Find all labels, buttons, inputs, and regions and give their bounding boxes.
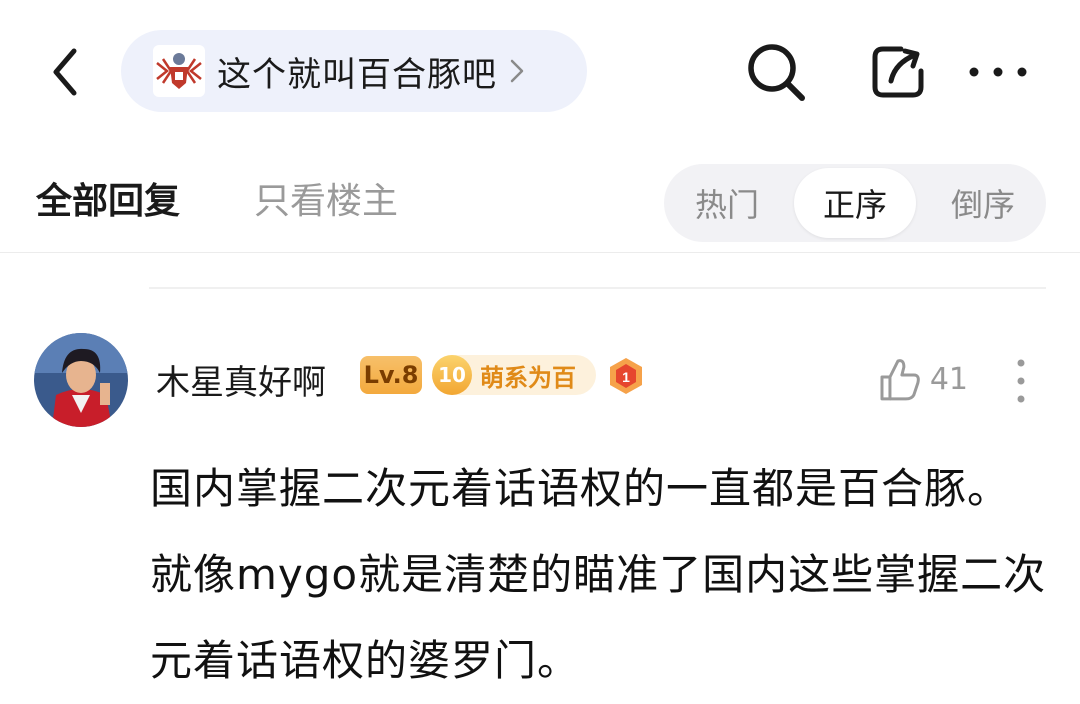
username[interactable]: 木星真好啊 xyxy=(156,355,326,404)
more-button[interactable] xyxy=(962,38,1034,106)
sort-descending[interactable]: 倒序 xyxy=(920,164,1046,242)
tab-all-replies[interactable]: 全部回复 xyxy=(36,172,180,224)
fan-title: 萌系为百 xyxy=(480,363,576,392)
search-icon xyxy=(748,44,805,101)
sort-toggle: 热门 正序 倒序 xyxy=(664,164,1046,242)
post-more-button[interactable] xyxy=(1006,356,1036,406)
post-content: 国内掌握二次元着话语权的一直都是百合豚。就像mygo就是清楚的瞄准了国内这些掌握… xyxy=(150,464,1047,685)
tab-owner-only[interactable]: 只看楼主 xyxy=(254,172,398,224)
medal-icon: 1 xyxy=(606,356,646,396)
search-button[interactable] xyxy=(742,38,810,106)
divider xyxy=(149,287,1046,289)
forum-name: 这个就叫百合豚吧 xyxy=(217,54,497,95)
fan-level: 10 xyxy=(432,355,472,395)
level-badge: Lv.8 xyxy=(360,356,422,394)
fan-badge: 10 萌系为百 xyxy=(432,355,596,395)
medal-number: 1 xyxy=(622,369,630,385)
more-horizontal-icon xyxy=(969,67,1027,77)
like-count: 41 xyxy=(929,361,968,397)
thumbs-up-icon xyxy=(880,359,920,401)
share-icon xyxy=(872,46,924,98)
more-vertical-icon xyxy=(1017,359,1025,403)
top-bar: 这个就叫百合豚吧 xyxy=(0,0,1080,140)
forum-link[interactable]: 这个就叫百合豚吧 xyxy=(121,30,587,112)
divider xyxy=(0,252,1080,253)
reply-filter-bar: 全部回复 只看楼主 热门 正序 倒序 xyxy=(0,152,1080,252)
chevron-left-icon xyxy=(53,48,77,96)
sort-ascending[interactable]: 正序 xyxy=(794,168,916,238)
forum-logo xyxy=(153,45,205,97)
sort-hot[interactable]: 热门 xyxy=(664,164,790,242)
back-button[interactable] xyxy=(40,44,90,100)
like-button[interactable]: 41 xyxy=(878,354,968,404)
avatar[interactable] xyxy=(34,333,128,427)
share-button[interactable] xyxy=(864,38,932,106)
chevron-right-icon xyxy=(510,59,524,83)
